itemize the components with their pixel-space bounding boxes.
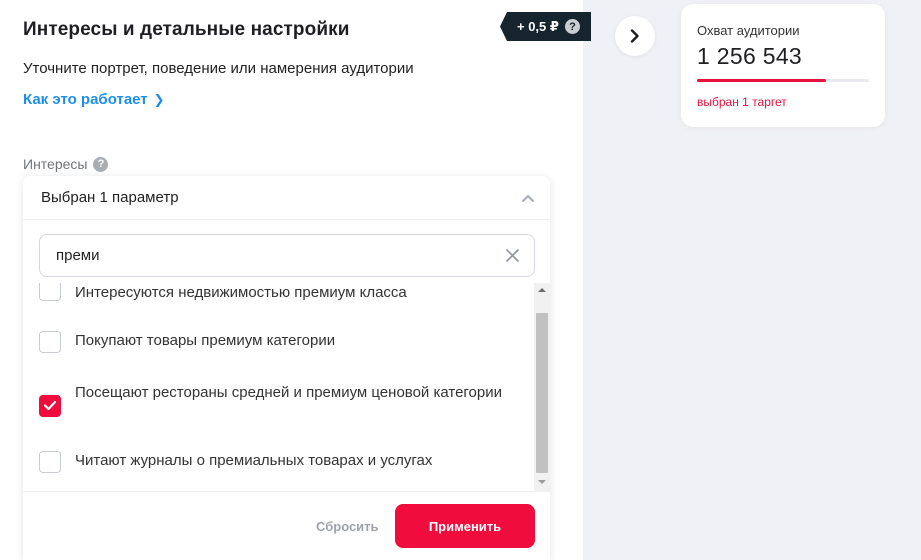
interests-options-list: Интересуются недвижимостью премиум класс… [23, 283, 550, 491]
scrollbar-thumb[interactable] [536, 313, 548, 473]
chevron-right-icon [630, 29, 639, 43]
price-help-icon[interactable]: ? [564, 19, 580, 34]
reach-progress-fill [697, 79, 826, 82]
price-tag: + 0,5 ₽ ? [500, 12, 591, 41]
scroll-up-icon[interactable] [538, 287, 546, 293]
checkmark-icon [43, 400, 57, 411]
dropdown-footer: Сбросить Применить [23, 491, 550, 560]
settings-panel: Интересы и детальные настройки + 0,5 ₽ ?… [0, 0, 591, 560]
checkbox[interactable] [39, 451, 61, 473]
price-tag-value: + 0,5 ₽ [517, 18, 559, 34]
question-icon[interactable]: ? [93, 156, 109, 172]
clear-icon[interactable] [505, 248, 520, 263]
reach-progress-track [697, 79, 869, 82]
chevron-up-icon[interactable] [520, 190, 536, 206]
interests-search [39, 234, 535, 277]
checkbox[interactable] [39, 283, 61, 301]
scroll-down-icon[interactable] [538, 479, 546, 485]
audience-reach-card: Охват аудитории 1 256 543 выбран 1 тарге… [681, 4, 885, 127]
option-label: Покупают товары премиум категории [75, 332, 336, 349]
interests-select[interactable]: Выбран 1 параметр [23, 176, 550, 220]
how-it-works-label: Как это работает [23, 91, 148, 108]
interests-search-input[interactable] [56, 245, 486, 265]
reach-status: выбран 1 таргет [697, 95, 787, 109]
page-title: Интересы и детальные настройки [23, 19, 350, 40]
interests-label: Интересы [23, 156, 88, 172]
option-label: Читают журналы о премиальных товарах и у… [75, 452, 433, 469]
option-label: Интересуются недвижимостью премиум класс… [75, 284, 407, 301]
checkbox-checked[interactable] [39, 395, 61, 417]
chevron-right-icon: ❯ [153, 92, 165, 107]
option-label: Посещают рестораны средней и премиум цен… [75, 384, 503, 401]
apply-button[interactable]: Применить [395, 504, 535, 548]
page-subtitle: Уточните портрет, поведение или намерени… [23, 60, 414, 77]
scrollbar[interactable] [534, 283, 550, 491]
reach-count: 1 256 543 [697, 43, 803, 69]
how-it-works-link[interactable]: Как это работает ❯ [23, 91, 165, 108]
selected-count: Выбран 1 параметр [41, 189, 179, 206]
interests-field-label: Интересы ? [23, 156, 109, 172]
next-button[interactable] [615, 16, 655, 56]
checkbox[interactable] [39, 331, 61, 353]
reset-button[interactable]: Сбросить [316, 519, 379, 534]
reach-label: Охват аудитории [697, 23, 800, 38]
interests-dropdown: Выбран 1 параметр Интересуются недвижимо… [23, 176, 550, 560]
